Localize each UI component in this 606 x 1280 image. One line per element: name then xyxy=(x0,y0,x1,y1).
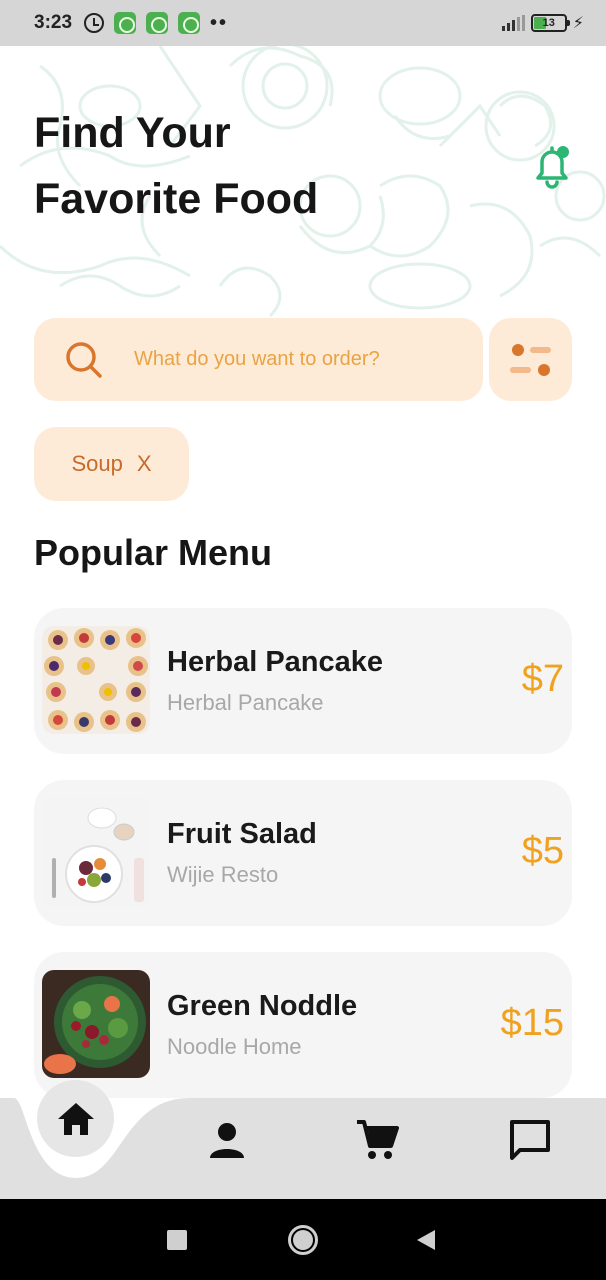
page-title-line1: Find Your xyxy=(34,109,231,157)
app-notification-icon xyxy=(114,12,137,34)
more-notifications-icon: •• xyxy=(210,11,229,34)
app-notification-icon xyxy=(178,12,201,34)
signal-icon xyxy=(501,15,525,31)
menu-item-subtitle: Herbal Pancake xyxy=(167,690,324,715)
status-bar: 3:23 •• 13 ⚡ xyxy=(0,0,606,46)
section-title: Popular Menu xyxy=(34,532,273,573)
menu-item-card[interactable]: Green Noddle Noodle Home $15 xyxy=(34,952,572,1098)
back-button[interactable] xyxy=(414,1199,438,1280)
search-input[interactable] xyxy=(134,348,424,371)
battery-icon: 13 xyxy=(530,14,570,32)
menu-item-name: Green Noddle xyxy=(167,990,358,1022)
recents-icon xyxy=(167,1229,187,1250)
battery-level: 13 xyxy=(542,17,555,29)
charging-icon: ⚡ xyxy=(572,15,584,32)
app-notification-icon xyxy=(146,12,169,34)
menu-item-card[interactable]: Herbal Pancake Herbal Pancake $7 xyxy=(34,608,572,754)
menu-item-subtitle: Wijie Resto xyxy=(167,862,279,887)
home-system-button[interactable] xyxy=(287,1199,319,1280)
alarm-icon xyxy=(84,13,105,33)
nav-profile-button[interactable] xyxy=(205,1118,249,1162)
menu-item-price: $15 xyxy=(500,1002,564,1044)
herbal-pancake-image xyxy=(42,626,150,734)
chip-label: Soup xyxy=(71,451,123,476)
back-icon xyxy=(417,1229,435,1250)
cart-icon xyxy=(357,1120,399,1159)
menu-item-price: $7 xyxy=(521,658,564,700)
home-circle-icon xyxy=(288,1224,318,1255)
profile-icon xyxy=(210,1123,244,1158)
filter-icon xyxy=(510,344,551,376)
menu-item-price: $5 xyxy=(521,830,564,872)
fruit-salad-image xyxy=(42,798,150,906)
menu-item-card[interactable]: Fruit Salad Wijie Resto $5 xyxy=(34,780,572,926)
page-title: Find Your Favorite Food xyxy=(34,100,414,232)
menu-item-name: Herbal Pancake xyxy=(167,646,384,678)
nav-chat-button[interactable] xyxy=(508,1118,552,1162)
chat-icon xyxy=(510,1120,550,1160)
recents-button[interactable] xyxy=(166,1199,188,1280)
status-time: 3:23 xyxy=(34,12,73,33)
notification-bell-icon[interactable] xyxy=(528,142,576,192)
chip-remove-button[interactable]: X xyxy=(137,451,152,477)
menu-item-subtitle: Noodle Home xyxy=(167,1034,302,1059)
search-icon xyxy=(66,341,102,378)
nav-cart-button[interactable] xyxy=(355,1118,399,1162)
green-noddle-image xyxy=(42,970,150,1078)
search-bar[interactable] xyxy=(34,318,483,401)
home-icon xyxy=(57,1102,94,1135)
menu-item-name: Fruit Salad xyxy=(167,818,317,850)
page-title-line2: Favorite Food xyxy=(34,175,319,223)
nav-home-button[interactable] xyxy=(37,1080,114,1157)
filter-button[interactable] xyxy=(489,318,572,401)
filter-chip-soup[interactable]: Soup X xyxy=(34,427,189,501)
system-navigation-bar xyxy=(0,1199,606,1280)
